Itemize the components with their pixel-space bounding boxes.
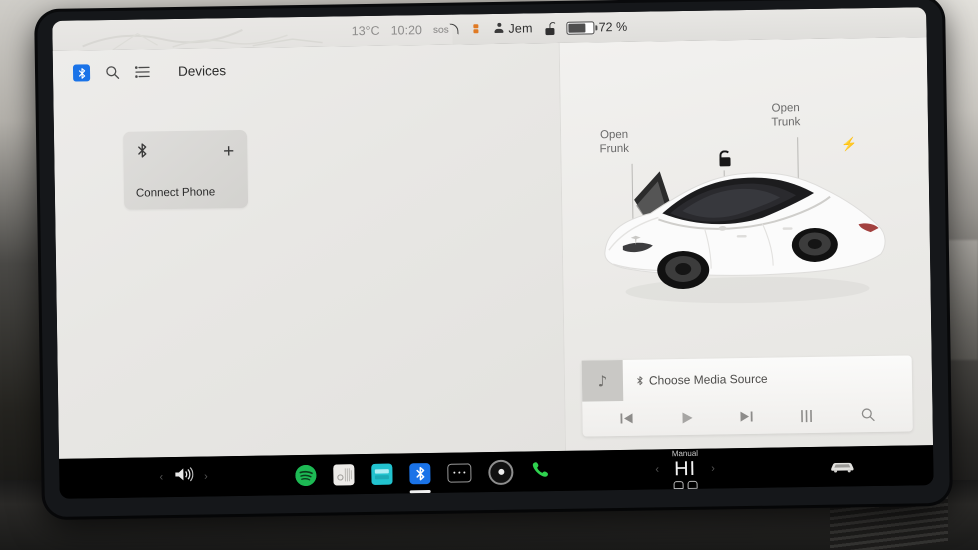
climate-control[interactable]: ‹ Manual HI › — [655, 448, 715, 490]
battery-icon — [566, 20, 595, 35]
touchscreen-bezel: 13°C 10:20 SOS Jem 72 % — [37, 0, 950, 518]
list-settings-icon[interactable] — [134, 65, 150, 78]
media-search-button[interactable] — [860, 407, 875, 422]
music-note-icon: ♪ — [597, 371, 608, 390]
equalizer-button[interactable] — [800, 408, 814, 422]
seat-heater-left-icon[interactable] — [673, 480, 684, 489]
connect-phone-card[interactable]: + Connect Phone — [122, 129, 249, 210]
spotify-app[interactable] — [295, 464, 317, 486]
media-source-row[interactable]: Choose Media Source — [636, 371, 768, 387]
page-title: Devices — [177, 63, 227, 79]
volume-up-chevron[interactable]: › — [204, 471, 208, 483]
bluetooth-icon — [637, 375, 643, 385]
bluetooth-icon — [136, 142, 148, 163]
open-trunk-label[interactable]: Open Trunk — [757, 101, 815, 130]
battery-indicator[interactable]: 72 % — [566, 19, 628, 35]
radio-app[interactable] — [333, 463, 355, 486]
devices-pane: Devices + Connect Phone — [52, 42, 566, 459]
car-pane: Open Frunk Open Trunk ⚡ ♪ Choose Media S… — [559, 37, 934, 451]
search-icon[interactable] — [105, 65, 120, 80]
tesla-touchscreen: 13°C 10:20 SOS Jem 72 % — [52, 7, 934, 499]
more-apps-button[interactable] — [447, 462, 472, 483]
media-source-label: Choose Media Source — [648, 371, 768, 388]
media-player-card[interactable]: ♪ Choose Media Source — [581, 355, 913, 437]
volume-control[interactable]: ‹ › — [159, 457, 208, 498]
unlocked-padlock-icon[interactable] — [544, 21, 557, 35]
main-content: Devices + Connect Phone Open Frunk Open … — [52, 37, 934, 459]
climate-mode-label: Manual — [671, 448, 699, 458]
dashcam-app[interactable] — [488, 459, 514, 485]
phone-app[interactable] — [530, 459, 550, 484]
next-track-button[interactable] — [739, 410, 753, 423]
volume-icon[interactable] — [174, 467, 194, 487]
driver-profile[interactable]: Jem — [494, 21, 533, 36]
person-icon — [494, 22, 505, 35]
dock-apps — [295, 451, 551, 495]
play-button[interactable] — [680, 410, 693, 424]
photo-scene: 13°C 10:20 SOS Jem 72 % — [0, 0, 978, 550]
car-controls-button[interactable] — [829, 446, 856, 486]
seat-heater-icon[interactable] — [470, 23, 483, 36]
media-controls — [582, 396, 913, 436]
tunein-app[interactable] — [371, 463, 393, 485]
previous-track-button[interactable] — [620, 412, 634, 425]
connect-phone-label: Connect Phone — [135, 186, 216, 200]
driver-profile-name: Jem — [508, 21, 533, 36]
tesla-model-3-render[interactable] — [585, 130, 908, 315]
volume-down-chevron[interactable]: ‹ — [159, 471, 163, 483]
bluetooth-app[interactable] — [409, 462, 431, 493]
battery-percent: 72 % — [598, 19, 628, 35]
active-app-indicator — [409, 490, 431, 493]
car-icon — [831, 462, 854, 473]
climate-increase-chevron[interactable]: › — [711, 463, 715, 475]
plus-icon[interactable]: + — [223, 141, 234, 162]
climate-readout[interactable]: Manual HI — [671, 448, 699, 489]
album-art-placeholder: ♪ — [581, 359, 624, 402]
climate-temperature: HI — [673, 457, 697, 480]
seat-heater-right-icon[interactable] — [687, 480, 698, 489]
devices-header: Devices — [72, 62, 227, 82]
climate-decrease-chevron[interactable]: ‹ — [655, 463, 659, 475]
bluetooth-icon[interactable] — [72, 64, 91, 82]
car-stage: Open Frunk Open Trunk ⚡ — [560, 37, 932, 373]
